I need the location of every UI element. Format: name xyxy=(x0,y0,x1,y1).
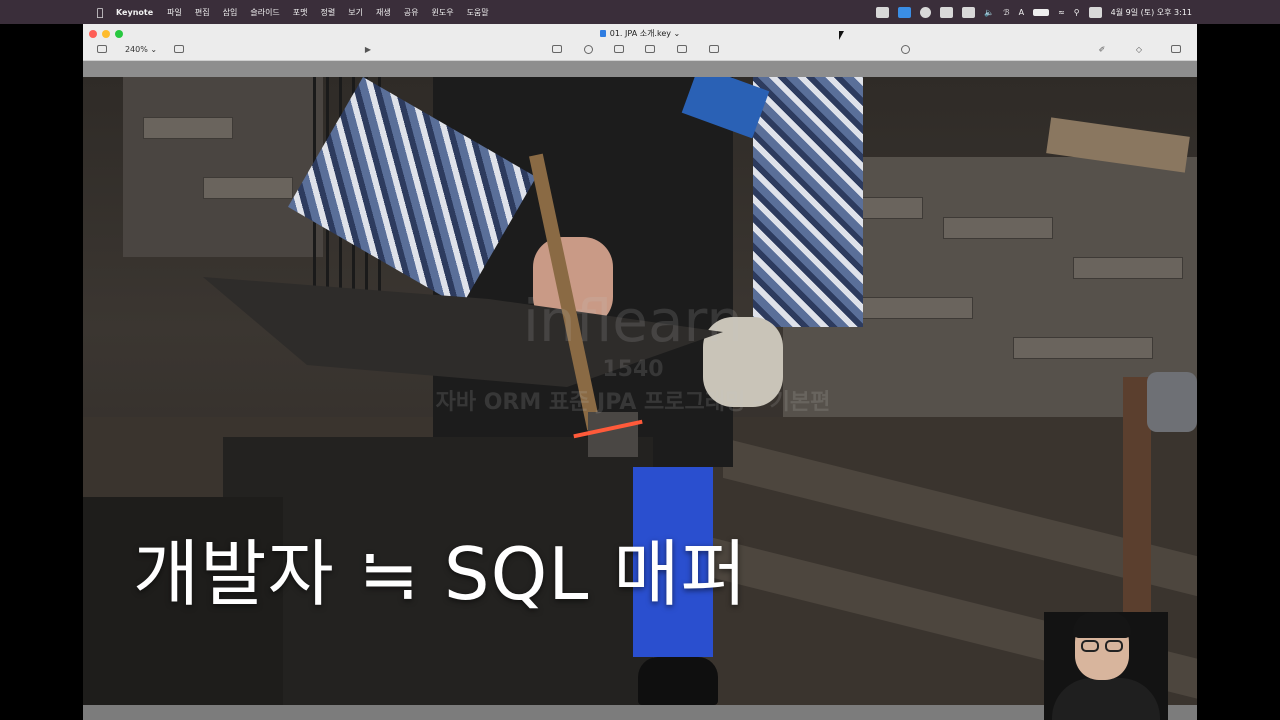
text-button[interactable] xyxy=(612,43,626,55)
play-button[interactable]: ▶ xyxy=(361,43,375,55)
menu-format[interactable]: 포맷 xyxy=(293,7,308,18)
control-center-icon[interactable] xyxy=(1088,6,1102,18)
slide-canvas[interactable]: inflearn 1540 자바 ORM 표준 JPA 프로그래밍 - 기본편 … xyxy=(83,77,1197,705)
wall-brick xyxy=(143,117,233,139)
glasses-lens xyxy=(1105,640,1123,652)
play-icon: ▶ xyxy=(364,44,372,54)
presenter-hair xyxy=(1073,612,1131,638)
menu-insert[interactable]: 삽입 xyxy=(223,7,238,18)
menu-window[interactable]: 윈도우 xyxy=(431,7,453,18)
paintbrush-icon: ✐ xyxy=(1098,44,1106,54)
volume-icon[interactable]: 🔈 xyxy=(984,8,994,17)
apple-menu-icon[interactable]:  xyxy=(86,6,114,19)
wall-brick xyxy=(1013,337,1153,359)
keynote-window: 01. JPA 소개.key ⌄ 240% ⌄ ▶ ✐ ◇ inflearn 1… xyxy=(83,24,1197,720)
table-icon xyxy=(552,45,562,53)
window-grid-icon[interactable] xyxy=(962,6,976,18)
document-button[interactable] xyxy=(1169,43,1183,55)
input-source-indicator[interactable]: A xyxy=(1019,8,1024,17)
table-button[interactable] xyxy=(550,43,564,55)
hammer-head xyxy=(588,412,638,457)
chevron-down-icon: ⌄ xyxy=(673,29,681,38)
zoom-level: 240% xyxy=(124,44,148,54)
diamond-icon: ◇ xyxy=(1135,44,1143,54)
wall-brick xyxy=(943,217,1053,239)
shape-button[interactable] xyxy=(643,43,657,55)
document-icon xyxy=(599,30,606,37)
menu-help[interactable]: 도움말 xyxy=(467,7,489,18)
text-icon xyxy=(614,45,624,53)
menu-play[interactable]: 재생 xyxy=(376,7,391,18)
watermark-logo: inflearn xyxy=(522,287,744,355)
watermark: inflearn 1540 자바 ORM 표준 JPA 프로그래밍 - 기본편 xyxy=(353,287,913,416)
format-button[interactable]: ✐ xyxy=(1095,43,1109,55)
animate-button[interactable]: ◇ xyxy=(1132,43,1146,55)
chart-icon xyxy=(583,44,593,54)
collaborate-button[interactable] xyxy=(898,43,912,55)
slide-title: 개발자 ≒ SQL 매퍼 xyxy=(133,532,748,616)
display-icon[interactable] xyxy=(940,6,954,18)
webcam-overlay xyxy=(1044,612,1168,720)
sidebar-toggle-button[interactable] xyxy=(95,43,109,55)
screen:  Keynote 파일 편집 삽입 슬라이드 포맷 정렬 보기 재생 공유 윈… xyxy=(0,0,1280,720)
media-button[interactable] xyxy=(675,43,689,55)
document-title[interactable]: 01. JPA 소개.key ⌄ xyxy=(83,28,1197,39)
document-setup-icon xyxy=(1171,45,1181,53)
menu-slide[interactable]: 슬라이드 xyxy=(250,7,279,18)
media-icon xyxy=(677,45,687,53)
watermark-course: 자바 ORM 표준 JPA 프로그래밍 - 기본편 xyxy=(435,390,831,415)
wall-brick xyxy=(1073,257,1183,279)
glasses-lens xyxy=(1081,640,1099,652)
globe-icon[interactable] xyxy=(920,6,932,18)
document-title-text: 01. JPA 소개.key xyxy=(609,29,671,38)
collaborate-icon xyxy=(900,44,910,54)
shape-icon xyxy=(645,45,655,53)
title-bar: 01. JPA 소개.key ⌄ 240% ⌄ ▶ ✐ ◇ xyxy=(83,24,1197,61)
app-status-icon[interactable] xyxy=(898,6,912,18)
menu-arrange[interactable]: 정렬 xyxy=(321,7,336,18)
background-wall xyxy=(123,77,323,257)
spotlight-search-icon[interactable]: ⚲ xyxy=(1074,8,1080,17)
shoe xyxy=(638,657,718,705)
battery-icon[interactable] xyxy=(1033,8,1050,16)
mouse-cursor-icon xyxy=(839,31,844,40)
chart-button[interactable] xyxy=(581,43,595,55)
canvas-margin-bottom xyxy=(83,705,1197,720)
app-menu[interactable]: Keynote xyxy=(116,8,153,17)
menu-edit[interactable]: 편집 xyxy=(195,7,210,18)
add-slide-button[interactable] xyxy=(172,43,186,55)
sidebar-icon xyxy=(97,45,107,53)
menu-share[interactable]: 공유 xyxy=(404,7,419,18)
comment-button[interactable] xyxy=(707,43,721,55)
presenter-body xyxy=(1052,678,1160,720)
menu-clock[interactable]: 4월 9일 (토) 오후 3:11 xyxy=(1111,7,1192,18)
status-area: 🔈 ℬ A ≈ ⚲ 4월 9일 (토) 오후 3:11 xyxy=(876,0,1192,24)
menu-view[interactable]: 보기 xyxy=(348,7,363,18)
add-slide-icon xyxy=(174,45,184,53)
bluetooth-icon[interactable]: ℬ xyxy=(1003,8,1009,17)
menu-file[interactable]: 파일 xyxy=(167,7,182,18)
toolbar: 240% ⌄ ▶ ✐ ◇ xyxy=(83,43,1197,57)
wall-brick xyxy=(203,177,293,199)
watermark-id: 1540 xyxy=(602,357,664,382)
wifi-icon[interactable]: ≈ xyxy=(1058,8,1065,17)
menu-bar:  Keynote 파일 편집 삽입 슬라이드 포맷 정렬 보기 재생 공유 윈… xyxy=(0,0,1280,24)
screen-record-icon[interactable] xyxy=(876,6,890,18)
zoom-control[interactable]: 240% ⌄ xyxy=(123,43,159,55)
chevron-down-icon: ⌄ xyxy=(150,44,158,54)
sledgehammer-head xyxy=(1147,372,1197,432)
canvas-margin-top xyxy=(83,61,1197,77)
comment-icon xyxy=(709,45,719,53)
